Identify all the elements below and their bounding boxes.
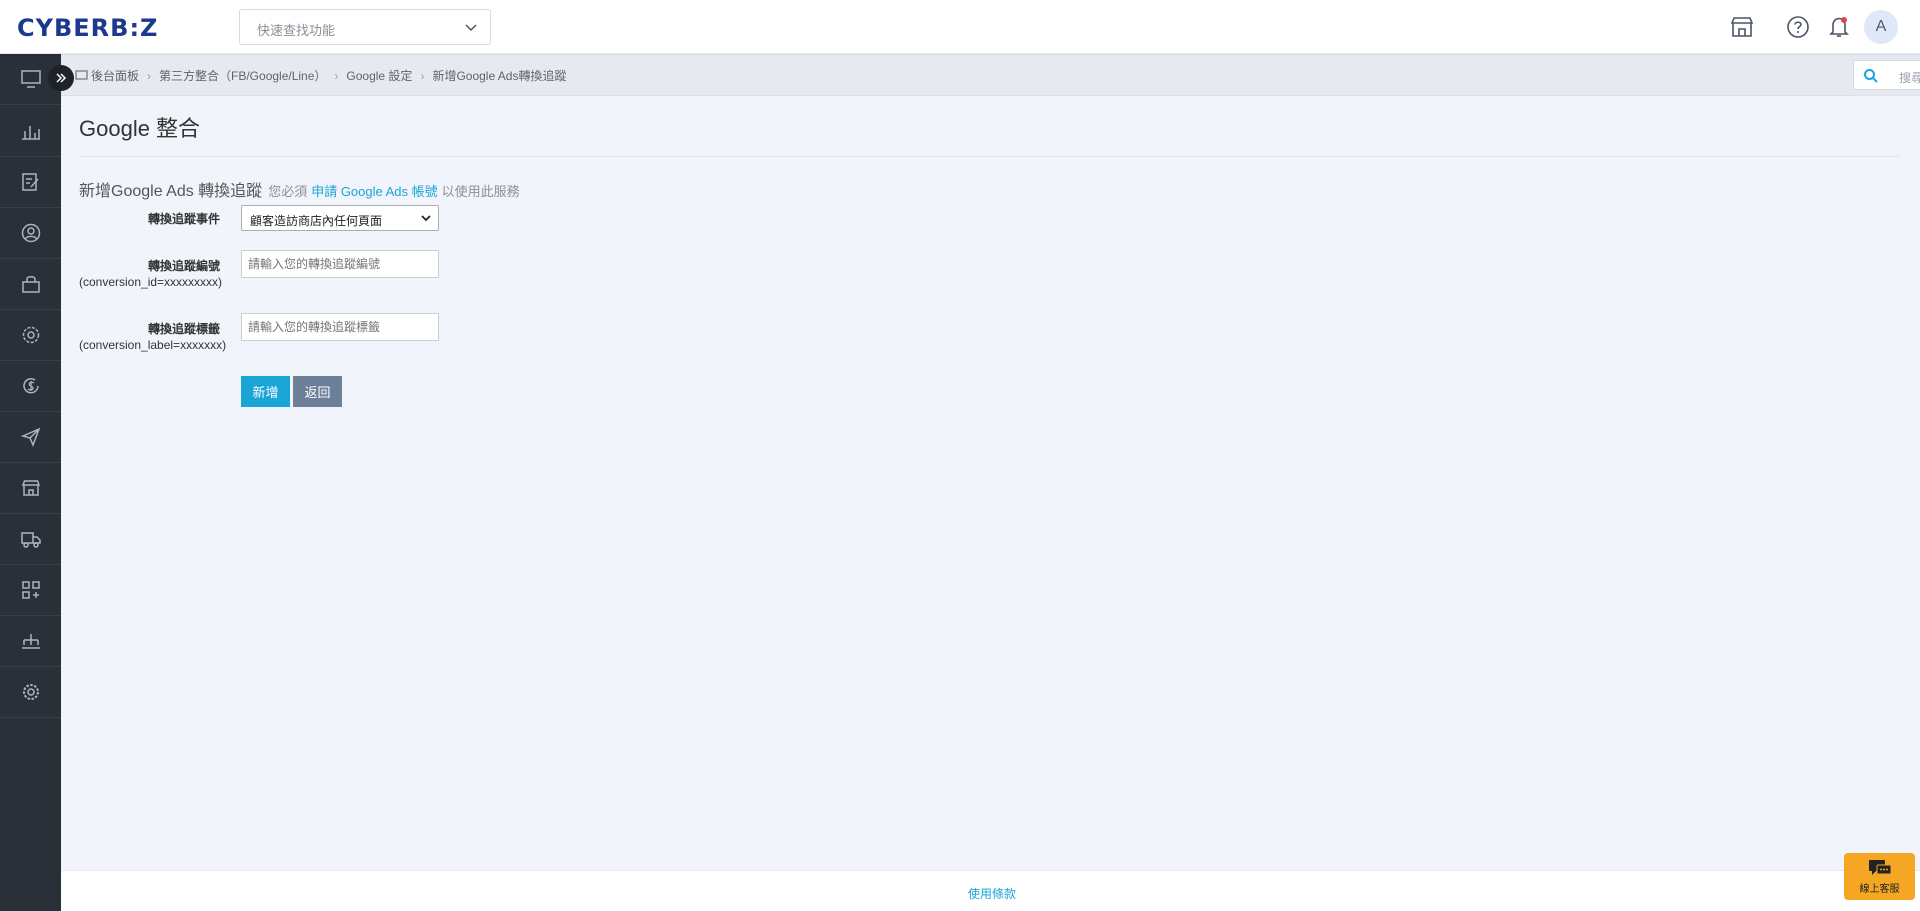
sidebar-item-payments[interactable]	[0, 361, 61, 412]
double-chevron-right-icon	[56, 73, 67, 83]
breadcrumb-item-integrations[interactable]: 第三方整合（FB/Google/Line）	[159, 67, 326, 84]
sidebar-item-customers[interactable]	[0, 208, 61, 259]
sidebar-item-orders[interactable]	[0, 157, 61, 208]
conversion-label-input[interactable]	[241, 313, 439, 341]
notification-bell-icon[interactable]	[1824, 12, 1854, 42]
edit-document-icon	[21, 173, 39, 191]
add-button[interactable]: 新增	[241, 376, 290, 407]
conversion-id-input[interactable]	[241, 250, 439, 278]
chat-bubbles-icon	[1868, 860, 1891, 875]
page-title: Google 整合	[79, 116, 201, 141]
section-note: 您必須	[268, 184, 308, 199]
terms-link[interactable]: 使用條款	[968, 885, 1016, 902]
store-icon[interactable]	[1727, 12, 1757, 42]
breadcrumb-separator: ›	[334, 68, 339, 83]
footer: 使用條款	[61, 870, 1920, 911]
cog-icon	[22, 326, 39, 344]
breadcrumb-item-current: 新增Google Ads轉換追蹤	[432, 69, 567, 83]
sidebar-expand-button[interactable]	[48, 65, 74, 91]
apply-google-ads-link[interactable]: 申請 Google Ads 帳號	[311, 181, 437, 200]
sidebar-item-reports[interactable]	[0, 106, 61, 157]
search-icon	[1864, 69, 1878, 83]
live-chat-button[interactable]: 線上客服	[1844, 853, 1915, 900]
sidebar-item-products[interactable]	[0, 259, 61, 310]
chevron-down-icon	[421, 215, 431, 222]
conversion-id-hint: (conversion_id=xxxxxxxxx)	[79, 275, 223, 289]
sidebar-item-apps[interactable]	[0, 565, 61, 616]
storefront-icon	[21, 480, 40, 496]
search-placeholder: 搜尋..	[1899, 71, 1920, 85]
apps-grid-icon	[21, 581, 40, 599]
breadcrumb-separator: ›	[420, 68, 425, 83]
divider	[79, 156, 1899, 157]
sidebar-item-logistics[interactable]	[0, 514, 61, 565]
bar-chart-icon	[21, 126, 40, 140]
sitemap-icon	[21, 634, 40, 649]
conversion-label-hint: (conversion_label=xxxxxxx)	[79, 338, 227, 352]
avatar[interactable]: A	[1864, 10, 1898, 44]
breadcrumb-bar: 後台面板 › 第三方整合（FB/Google/Line） › Google 設定…	[61, 54, 1920, 96]
breadcrumb-item-dashboard[interactable]: 後台面板	[91, 67, 139, 84]
breadcrumb-separator: ›	[147, 68, 152, 83]
sidebar-item-shop[interactable]	[0, 463, 61, 514]
sidebar-item-store-settings[interactable]	[0, 310, 61, 361]
dollar-cycle-icon	[22, 378, 39, 394]
help-icon[interactable]	[1783, 12, 1813, 42]
delivery-icon	[20, 532, 41, 548]
section-title: 新增Google Ads 轉換追蹤	[79, 183, 263, 200]
dashboard-icon	[75, 70, 88, 80]
sidebar-item-organization[interactable]	[0, 616, 61, 667]
section-header: 新增Google Ads 轉換追蹤 您必須 申請 Google Ads 帳號 以…	[79, 177, 520, 201]
logo[interactable]: CYBERB:Z	[17, 14, 158, 42]
sidebar	[0, 54, 61, 911]
breadcrumb: 後台面板 › 第三方整合（FB/Google/Line） › Google 設定…	[75, 67, 566, 84]
event-select[interactable]: 顧客造訪商店內任何頁面	[241, 205, 439, 231]
quick-search-dropdown[interactable]: 快速查找功能	[239, 9, 491, 45]
monitor-icon	[20, 70, 41, 88]
page-search-input[interactable]: 搜尋..	[1853, 60, 1920, 90]
gear-icon	[22, 684, 39, 700]
breadcrumb-item-google-settings[interactable]: Google 設定	[346, 67, 412, 84]
sidebar-item-marketing[interactable]	[0, 412, 61, 463]
sidebar-item-settings[interactable]	[0, 667, 61, 718]
user-icon	[21, 223, 40, 243]
section-note-suffix: 以使用此服務	[441, 184, 520, 199]
conversion-label-label: 轉換追蹤標籤	[148, 322, 221, 336]
bag-icon	[21, 276, 40, 293]
send-icon	[20, 427, 40, 447]
back-button[interactable]: 返回	[293, 376, 342, 407]
conversion-id-label: 轉換追蹤編號	[148, 259, 221, 273]
chevron-down-icon	[465, 24, 477, 32]
live-chat-label: 線上客服	[1859, 884, 1900, 895]
event-label: 轉換追蹤事件	[148, 212, 221, 226]
event-select-value: 顧客造訪商店內任何頁面	[250, 214, 383, 228]
top-header: CYBERB:Z 快速查找功能 A	[0, 0, 1920, 54]
quick-search-placeholder: 快速查找功能	[257, 23, 336, 38]
